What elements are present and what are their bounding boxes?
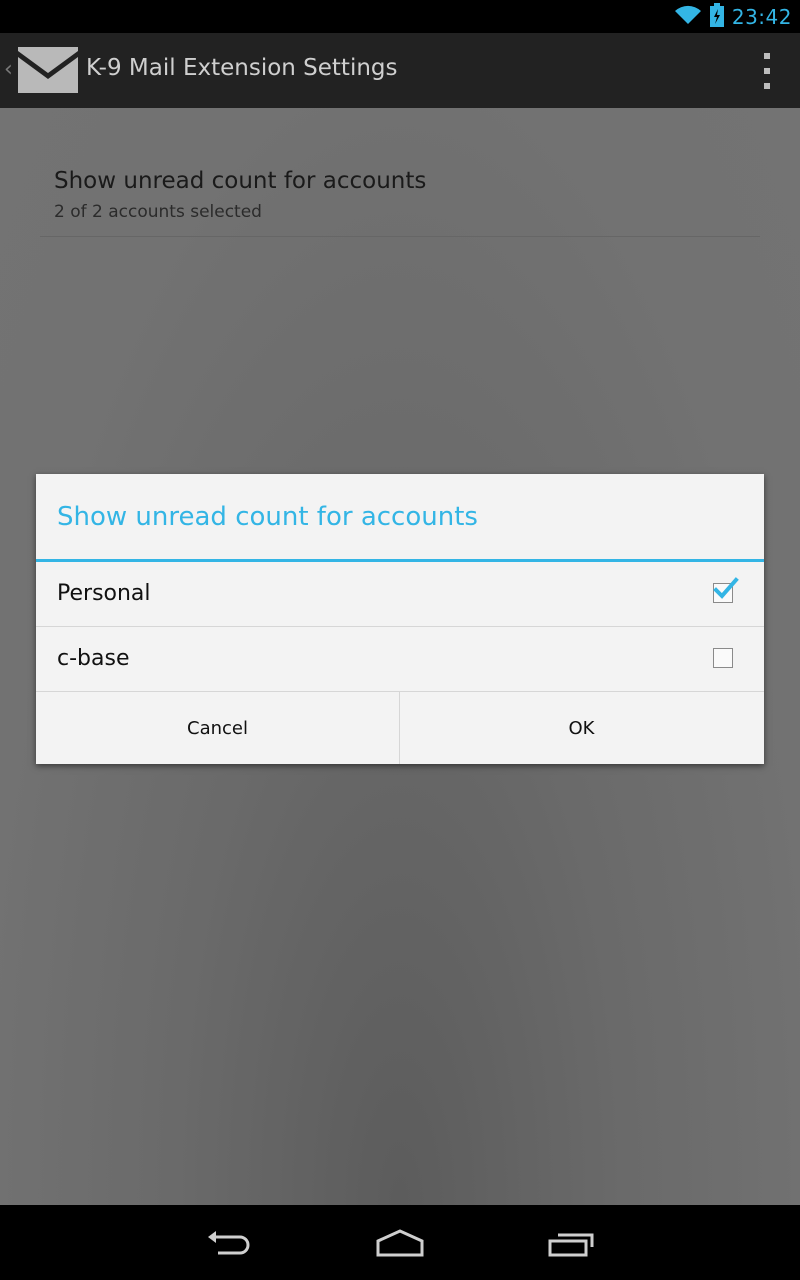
navigation-bar bbox=[0, 1205, 800, 1280]
wifi-icon bbox=[674, 5, 702, 29]
checkmark-icon bbox=[713, 577, 739, 599]
status-clock: 23:42 bbox=[731, 4, 792, 29]
action-bar: ‹ K-9 Mail Extension Settings bbox=[0, 33, 800, 108]
action-bar-title: K-9 Mail Extension Settings bbox=[86, 55, 398, 81]
status-icons: 23:42 bbox=[674, 0, 792, 33]
option-personal[interactable]: Personal bbox=[36, 562, 764, 626]
home-icon[interactable] bbox=[370, 1223, 430, 1263]
envelope-icon[interactable] bbox=[18, 47, 78, 93]
recent-apps-icon[interactable] bbox=[542, 1223, 602, 1263]
option-label: Personal bbox=[57, 581, 151, 606]
checkbox-personal[interactable] bbox=[713, 577, 739, 603]
preference-summary: 2 of 2 accounts selected bbox=[54, 202, 262, 222]
option-c-base[interactable]: c-base bbox=[36, 627, 764, 691]
overflow-menu-icon[interactable] bbox=[762, 53, 772, 89]
option-label: c-base bbox=[57, 646, 130, 671]
up-caret-icon[interactable]: ‹ bbox=[4, 57, 13, 82]
ok-button[interactable]: OK bbox=[400, 692, 763, 764]
account-select-dialog: Show unread count for accounts Personal … bbox=[36, 474, 764, 764]
status-bar: 23:42 bbox=[0, 0, 800, 33]
preference-divider bbox=[40, 236, 760, 237]
checkbox-c-base[interactable] bbox=[713, 648, 733, 668]
dialog-button-bar: Cancel OK bbox=[36, 692, 764, 764]
cancel-button[interactable]: Cancel bbox=[36, 692, 399, 764]
preference-title: Show unread count for accounts bbox=[54, 168, 427, 194]
back-icon[interactable] bbox=[200, 1223, 260, 1263]
preference-unread-count[interactable]: Show unread count for accounts 2 of 2 ac… bbox=[40, 152, 760, 236]
dialog-title: Show unread count for accounts bbox=[57, 502, 478, 532]
battery-charging-icon bbox=[709, 2, 724, 31]
